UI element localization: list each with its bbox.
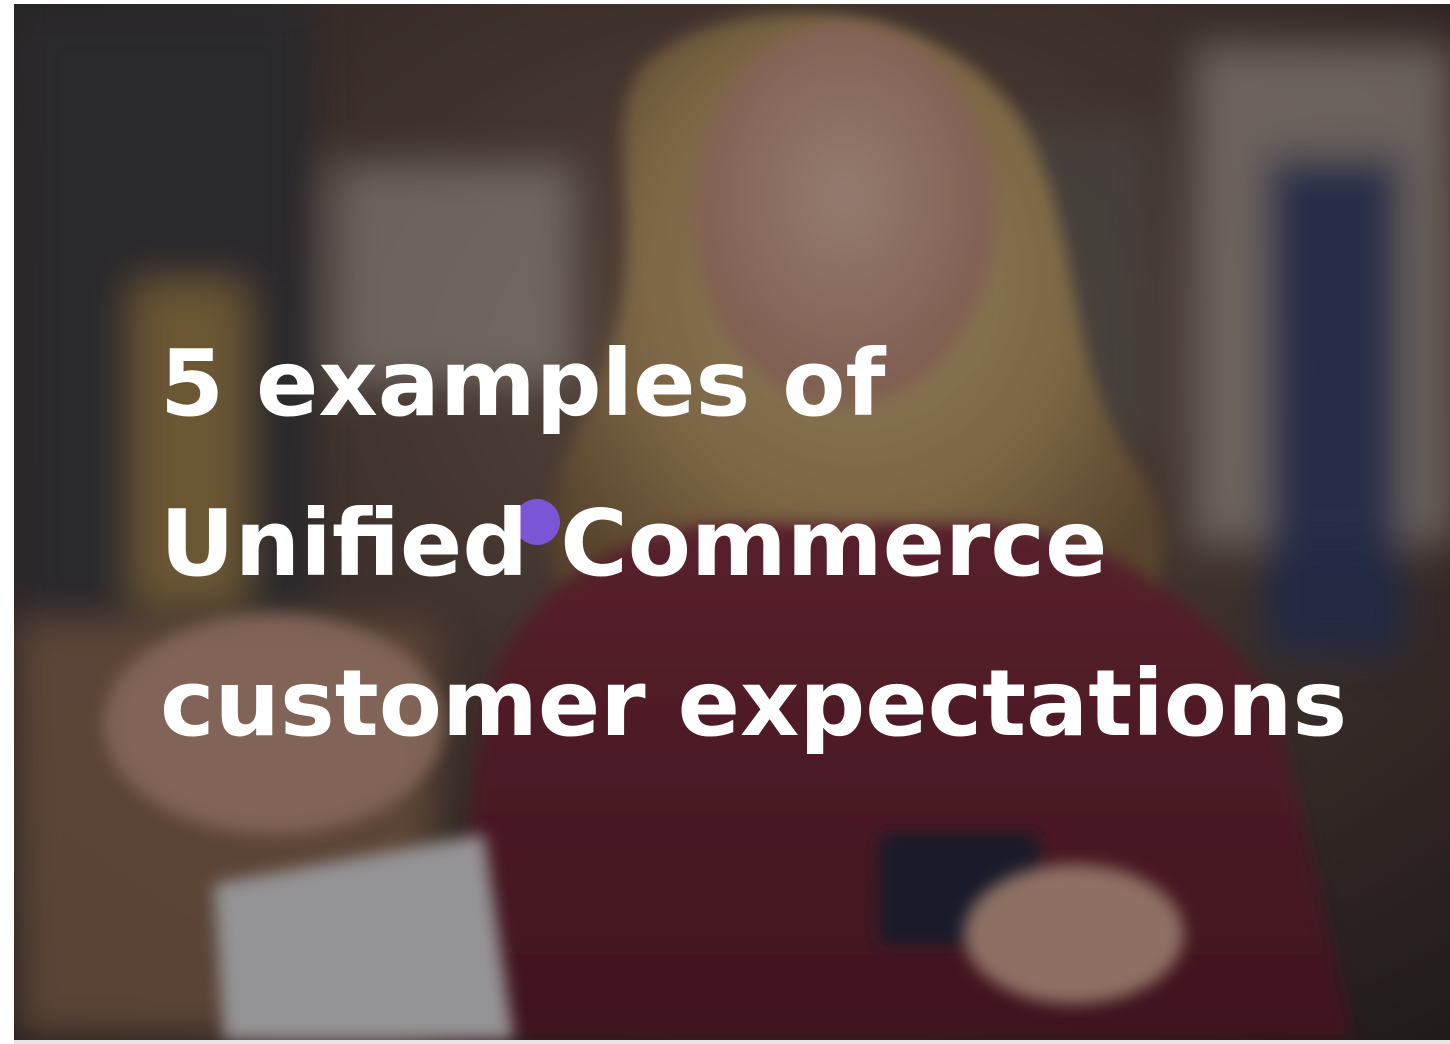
headline-line-3: customer expectations	[160, 650, 1348, 757]
headline-line-2: Unified Commerce	[160, 490, 1108, 597]
bottom-divider	[14, 1040, 1450, 1044]
headline-line-1: 5 examples of	[160, 330, 886, 437]
hero-headline: 5 examples of Unified Commerce customer …	[160, 304, 1347, 784]
hero-banner: 5 examples of Unified Commerce customer …	[14, 4, 1450, 1040]
